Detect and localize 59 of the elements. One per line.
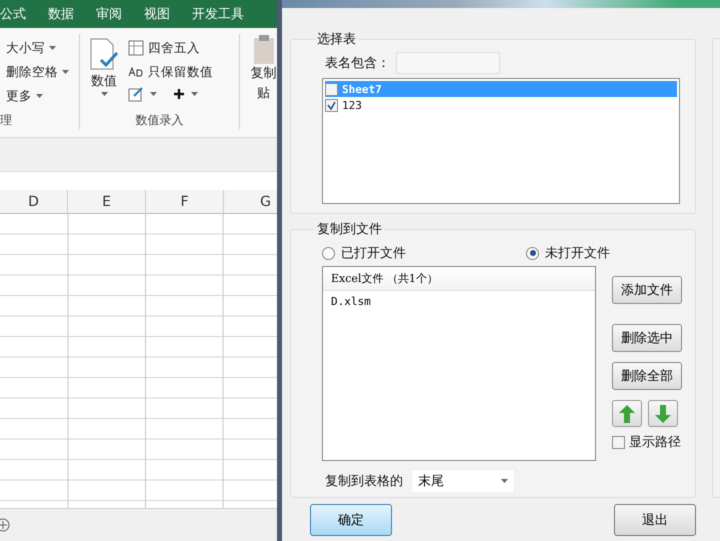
group-title: 选择表 bbox=[316, 31, 357, 48]
column-header[interactable]: G bbox=[224, 190, 277, 213]
radio-button[interactable] bbox=[526, 246, 539, 260]
action-button[interactable]: 删除选中 bbox=[612, 324, 682, 352]
group-label: 理 bbox=[0, 112, 13, 129]
document-check-icon bbox=[89, 38, 119, 70]
ribbon-tab[interactable]: 数据 bbox=[48, 5, 74, 23]
ribbon-menu-button[interactable]: 更多 bbox=[6, 86, 69, 106]
ribbon-tab[interactable]: 视图 bbox=[144, 5, 170, 23]
table-edit-icon[interactable] bbox=[128, 86, 144, 102]
add-sheet-icon[interactable] bbox=[0, 518, 10, 532]
caret-icon bbox=[62, 70, 69, 74]
sheet-list[interactable]: Sheet7 123 bbox=[322, 78, 680, 204]
caret-icon bbox=[191, 92, 198, 96]
sheet-name: Sheet7 bbox=[342, 82, 383, 96]
filter-input[interactable] bbox=[396, 52, 500, 74]
down-arrow-icon bbox=[655, 404, 671, 422]
caret-icon bbox=[501, 479, 508, 483]
column-header[interactable]: D bbox=[0, 190, 68, 213]
radio-label: 已打开文件 bbox=[341, 245, 406, 262]
filter-label: 表名包含： bbox=[325, 55, 390, 72]
action-button[interactable]: 删除全部 bbox=[612, 362, 682, 390]
caret-icon bbox=[49, 46, 56, 50]
number-format-button[interactable]: 数值 bbox=[86, 38, 122, 112]
checkbox[interactable] bbox=[325, 98, 338, 112]
group-label: 数值录入 bbox=[134, 112, 184, 129]
ribbon-small-button[interactable]: 四舍五入 bbox=[128, 38, 213, 58]
ribbon-menu-button[interactable]: 删除空格 bbox=[6, 62, 69, 82]
caret-icon bbox=[100, 92, 108, 96]
ribbon-menu-button[interactable]: 大小写 bbox=[6, 38, 69, 58]
caret-icon bbox=[36, 94, 43, 98]
ribbon-tab[interactable]: 公式 bbox=[0, 5, 26, 23]
position-label: 复制到表格的 bbox=[325, 473, 403, 490]
caret-icon bbox=[150, 92, 157, 96]
ribbon-tab[interactable]: 开发工具 bbox=[192, 5, 244, 23]
move-up-button[interactable] bbox=[612, 400, 642, 427]
plus-icon[interactable] bbox=[173, 88, 185, 100]
sheet-list-item[interactable]: 123 bbox=[325, 97, 677, 113]
column-header[interactable]: F bbox=[146, 190, 224, 213]
column-header[interactable]: E bbox=[68, 190, 146, 213]
checkbox[interactable] bbox=[325, 82, 338, 96]
position-dropdown[interactable]: 末尾 bbox=[411, 469, 515, 493]
ribbon-small-button[interactable]: 只保留数值 bbox=[128, 62, 213, 82]
file-list-item[interactable]: D.xlsm bbox=[323, 291, 595, 312]
checkbox-label: 显示路径 bbox=[629, 434, 681, 451]
up-arrow-icon bbox=[619, 404, 635, 422]
radio-label: 未打开文件 bbox=[545, 245, 610, 262]
file-list[interactable]: Excel文件 （共1个） D.xlsm bbox=[322, 266, 596, 461]
ok-button[interactable]: 确定 bbox=[310, 504, 392, 536]
checkbox[interactable] bbox=[612, 436, 625, 448]
sheet-name: 123 bbox=[342, 98, 363, 112]
exit-button[interactable]: 退出 bbox=[614, 504, 696, 536]
move-down-button[interactable] bbox=[648, 400, 678, 427]
ribbon-tab[interactable]: 审阅 bbox=[96, 5, 122, 23]
radio-button[interactable] bbox=[322, 246, 335, 260]
group-title: 复制到文件 bbox=[316, 221, 383, 238]
action-button[interactable]: 添加文件 bbox=[612, 276, 682, 304]
clipboard-icon bbox=[252, 34, 276, 64]
paste-button[interactable]: 复制 贴 bbox=[250, 64, 276, 102]
